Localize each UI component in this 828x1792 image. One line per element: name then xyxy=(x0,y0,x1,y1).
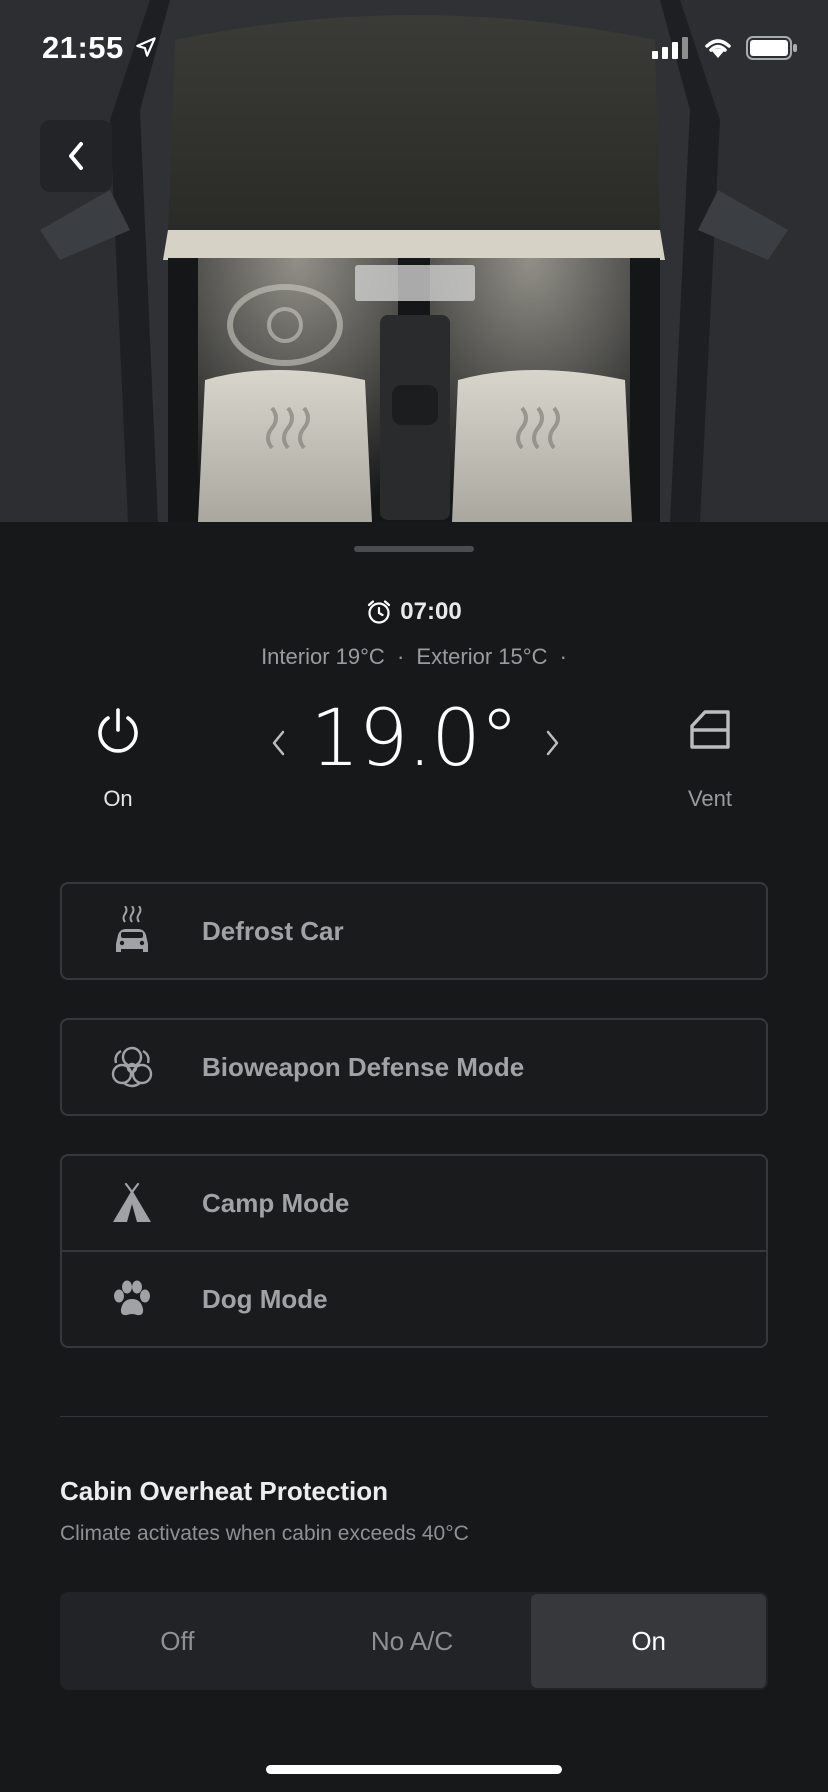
status-time: 21:55 xyxy=(42,30,124,65)
defrost-label: Defrost Car xyxy=(202,915,344,946)
schedule-row[interactable]: 07:00 xyxy=(0,598,828,626)
power-label: On xyxy=(103,786,133,811)
home-indicator[interactable] xyxy=(266,1765,562,1774)
camp-dog-card: Camp Mode Dog Mode xyxy=(60,1154,768,1348)
car-top-view-illustration xyxy=(0,0,828,522)
overheat-subtitle: Climate activates when cabin exceeds 40°… xyxy=(60,1522,469,1545)
temp-separator: · xyxy=(396,644,405,669)
defrost-card[interactable]: Defrost Car xyxy=(60,882,768,980)
biohazard-icon xyxy=(111,1046,153,1088)
temperature-readings: Interior 19°C · Exterior 15°C · xyxy=(0,644,828,670)
wifi-icon xyxy=(705,39,731,58)
dog-mode-row[interactable]: Dog Mode xyxy=(62,1252,766,1346)
bioweapon-label: Bioweapon Defense Mode xyxy=(202,1051,525,1082)
cellular-signal-icon xyxy=(652,37,688,59)
temperature-value: 19.0° xyxy=(310,694,519,784)
power-icon xyxy=(98,708,138,753)
climate-power-button[interactable] xyxy=(78,706,158,761)
status-time-wrapper: 21:55 xyxy=(42,30,159,66)
car-interior-image xyxy=(0,0,828,522)
tent-icon xyxy=(113,1182,151,1222)
chevron-left-icon xyxy=(272,730,285,756)
overheat-option-no-ac[interactable]: No A/C xyxy=(295,1592,530,1690)
camp-mode-row[interactable]: Camp Mode xyxy=(62,1156,766,1250)
window-vent-icon xyxy=(690,710,730,749)
temperature-increase-button[interactable] xyxy=(533,718,573,768)
status-indicators xyxy=(652,36,798,60)
camp-mode-label: Camp Mode xyxy=(202,1187,350,1218)
temperature-decrease-button[interactable] xyxy=(258,718,298,768)
location-arrow-icon xyxy=(136,37,156,57)
overheat-segmented-control: Off No A/C On xyxy=(60,1592,768,1690)
bioweapon-row[interactable]: Bioweapon Defense Mode xyxy=(62,1020,766,1114)
schedule-time: 07:00 xyxy=(400,598,462,625)
back-button[interactable] xyxy=(40,120,112,192)
battery-icon xyxy=(746,36,797,60)
alarm-clock-icon xyxy=(368,600,391,624)
exterior-temp: Exterior 15°C xyxy=(416,644,548,669)
temp-trailing-dot: · xyxy=(559,644,567,669)
overheat-option-off[interactable]: Off xyxy=(60,1592,295,1690)
bioweapon-card[interactable]: Bioweapon Defense Mode xyxy=(60,1018,768,1116)
dog-mode-label: Dog Mode xyxy=(202,1283,328,1314)
interior-temp: Interior 19°C xyxy=(261,644,385,669)
overheat-option-on[interactable]: On xyxy=(531,1594,767,1688)
section-divider xyxy=(60,1416,768,1417)
overheat-title: Cabin Overheat Protection xyxy=(60,1476,388,1506)
sheet-drag-handle[interactable] xyxy=(354,546,474,552)
vent-label: Vent xyxy=(687,786,733,811)
paw-icon xyxy=(114,1280,150,1316)
defrost-row[interactable]: Defrost Car xyxy=(62,884,766,978)
chevron-left-icon xyxy=(69,142,83,170)
vent-button[interactable] xyxy=(670,706,750,757)
defrost-car-icon xyxy=(116,906,148,952)
chevron-right-icon xyxy=(546,730,559,756)
